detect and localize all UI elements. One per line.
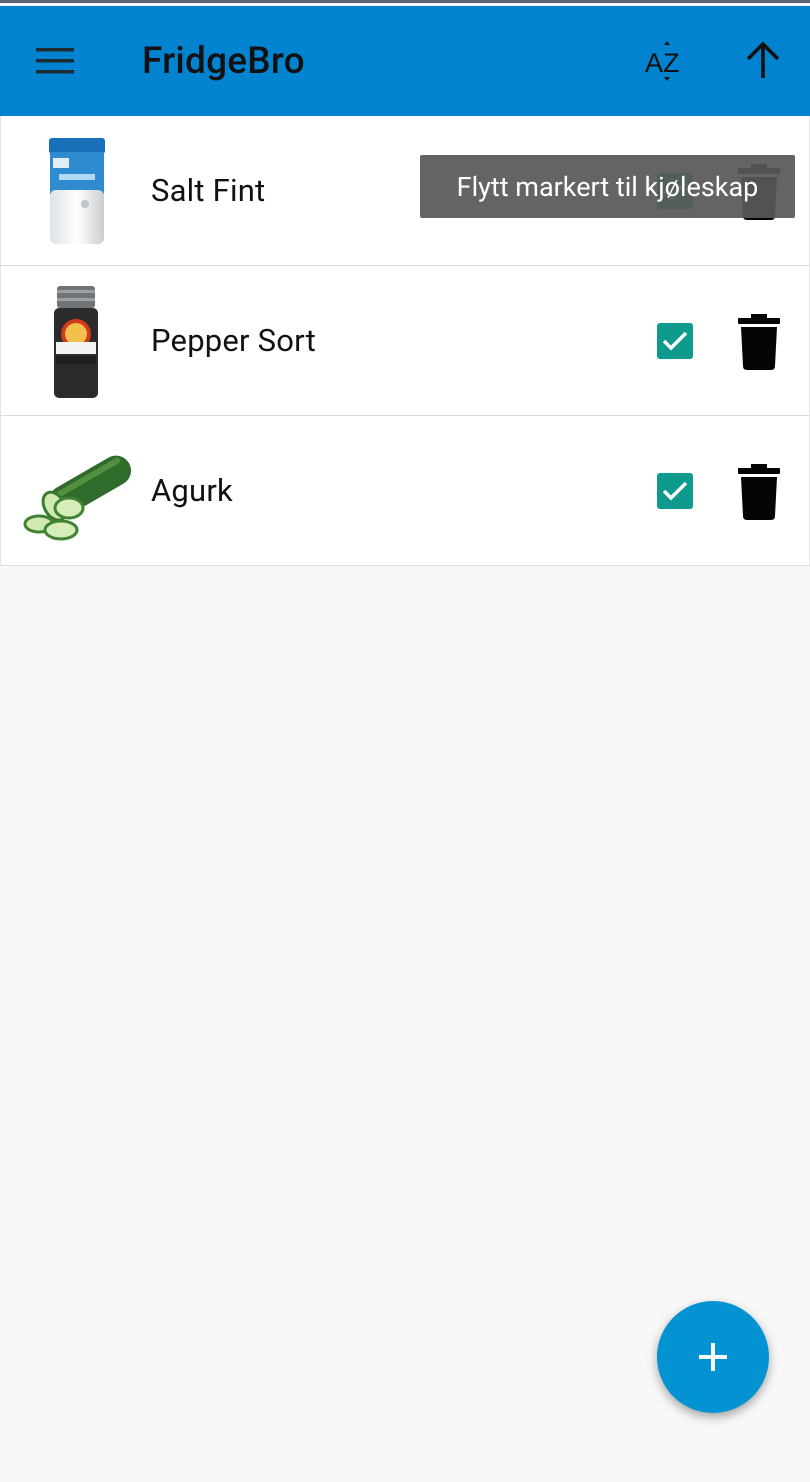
item-name: Pepper Sort (151, 322, 316, 359)
checkmark-icon (662, 481, 688, 501)
trash-icon (738, 464, 780, 520)
app-bar: FridgeBro AZ (0, 6, 810, 116)
sort-az-button[interactable]: AZ (638, 32, 696, 90)
item-name: Agurk (151, 472, 233, 509)
item-name: Salt Fint (151, 172, 266, 209)
sort-label: AZ (645, 48, 680, 78)
delete-button[interactable] (737, 464, 781, 520)
arrow-up-icon (746, 41, 780, 78)
sort-direction-button[interactable] (734, 32, 792, 90)
trash-icon (738, 314, 780, 370)
add-item-button[interactable] (657, 1301, 769, 1413)
plus-icon (699, 1343, 727, 1371)
tooltip: Flytt markert til kjøleskap (420, 155, 795, 218)
cucumber-image (21, 434, 135, 550)
pepper-grinder-image (21, 284, 135, 400)
salt-shaker-image (21, 134, 135, 250)
app-title: FridgeBro (142, 40, 305, 83)
item-checkbox[interactable] (657, 473, 693, 509)
sort-az-icon: AZ (645, 41, 680, 81)
item-checkbox[interactable] (657, 323, 693, 359)
list-item[interactable]: Agurk (0, 416, 810, 566)
menu-button[interactable] (28, 34, 82, 88)
delete-button[interactable] (737, 314, 781, 370)
checkmark-icon (662, 331, 688, 351)
menu-icon (36, 48, 74, 74)
list-item[interactable]: Pepper Sort (0, 266, 810, 416)
